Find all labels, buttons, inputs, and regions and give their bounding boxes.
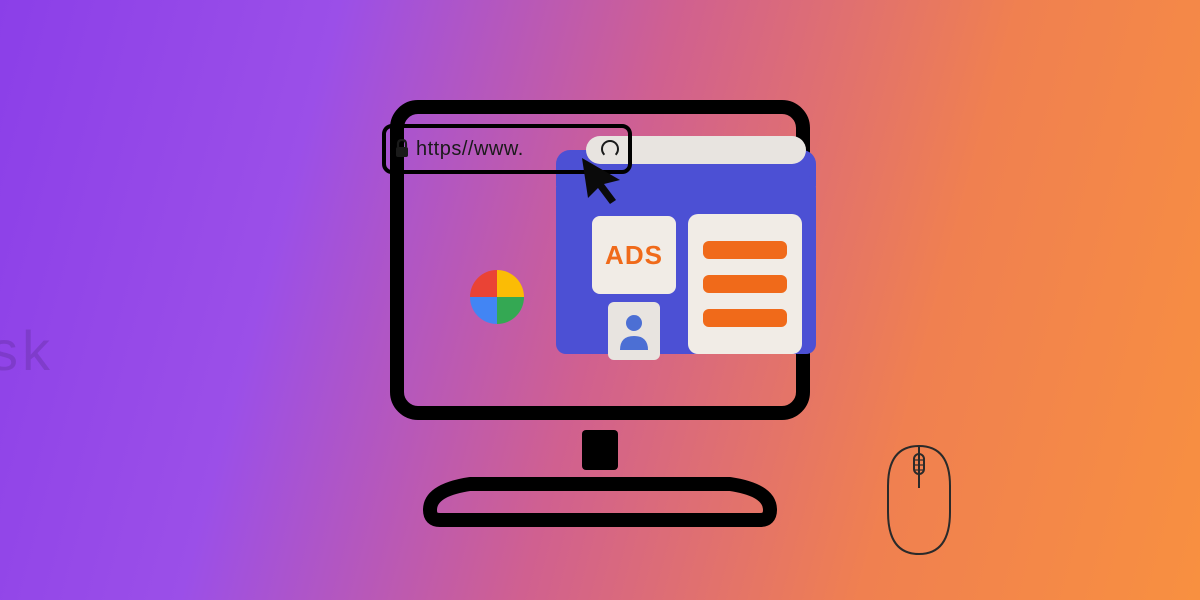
- mouse-icon: [874, 440, 964, 560]
- ads-label: ADS: [605, 240, 663, 271]
- avatar-card[interactable]: [608, 302, 660, 360]
- ads-card[interactable]: ADS: [592, 216, 676, 294]
- person-icon: [617, 312, 651, 350]
- menu-bar-2: [703, 275, 787, 293]
- menu-bar-3: [703, 309, 787, 327]
- menu-bar-1: [703, 241, 787, 259]
- watermark-text: sk: [0, 318, 54, 383]
- url-text: https//www.: [416, 138, 524, 161]
- menu-card[interactable]: [688, 214, 802, 354]
- pinwheel-icon: [462, 262, 532, 332]
- illustration-stage: sk https//www. ADS: [0, 0, 1200, 600]
- cursor-icon: [574, 150, 634, 210]
- monitor-neck: [582, 430, 618, 470]
- monitor-base: [420, 470, 780, 530]
- lock-icon: [394, 139, 410, 159]
